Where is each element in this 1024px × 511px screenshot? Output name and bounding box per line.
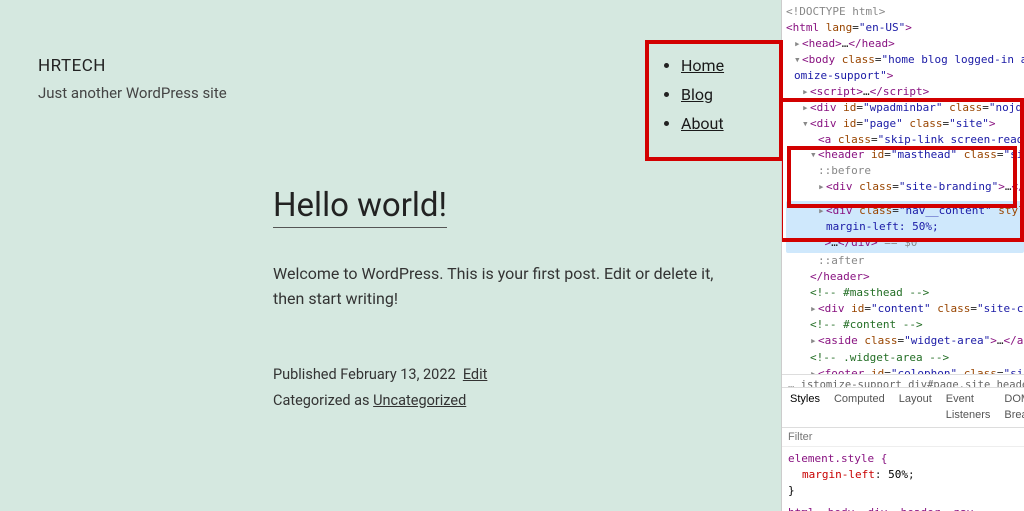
category-link[interactable]: Uncategorized	[373, 392, 466, 409]
nav-item-home[interactable]: Home	[681, 56, 769, 75]
post-content: Welcome to WordPress. This is your first…	[273, 262, 733, 312]
styles-panel[interactable]: element.style { margin-left: 50%; } html…	[782, 447, 1024, 511]
nav-item-blog[interactable]: Blog	[681, 85, 769, 104]
site-header: HRTECH Just another WordPress site Home …	[0, 0, 781, 156]
breadcrumb[interactable]: … ​istomize-support div#page.site header…	[782, 374, 1024, 388]
post-title[interactable]: Hello world!	[273, 186, 447, 228]
post: Hello world! Welcome to WordPress. This …	[233, 156, 773, 414]
tab-event-listeners[interactable]: Event Listeners	[946, 392, 991, 424]
published-date: February 13, 2022	[340, 366, 455, 383]
nav-item-about[interactable]: About	[681, 114, 769, 133]
published-label: Published	[273, 366, 337, 383]
tab-computed[interactable]: Computed	[834, 392, 885, 424]
rendered-page: HRTECH Just another WordPress site Home …	[0, 0, 781, 511]
devtools-pane: <!DOCTYPE html> <html lang="en-US"> ▸<he…	[781, 0, 1024, 511]
selected-dom-node[interactable]: ▸<div class="nav__content" style=" margi…	[786, 201, 1024, 253]
site-tagline: Just another WordPress site	[38, 84, 743, 102]
post-meta: Published February 13, 2022 Edit Categor…	[273, 362, 733, 414]
primary-nav: Home Blog About	[659, 56, 769, 133]
filter-input[interactable]	[782, 428, 1024, 447]
styles-tabs: Styles Computed Layout Event Listeners D…	[782, 388, 1024, 428]
tab-layout[interactable]: Layout	[899, 392, 932, 424]
site-title[interactable]: HRTECH	[38, 56, 743, 76]
nav-highlight-box: Home Blog About	[645, 40, 783, 161]
categorized-label: Categorized as	[273, 392, 370, 409]
elements-panel[interactable]: <!DOCTYPE html> <html lang="en-US"> ▸<he…	[782, 0, 1024, 374]
tab-styles[interactable]: Styles	[790, 392, 820, 424]
tab-dom-breakpoints[interactable]: DOM Brea	[1004, 392, 1024, 424]
edit-link[interactable]: Edit	[463, 366, 488, 383]
